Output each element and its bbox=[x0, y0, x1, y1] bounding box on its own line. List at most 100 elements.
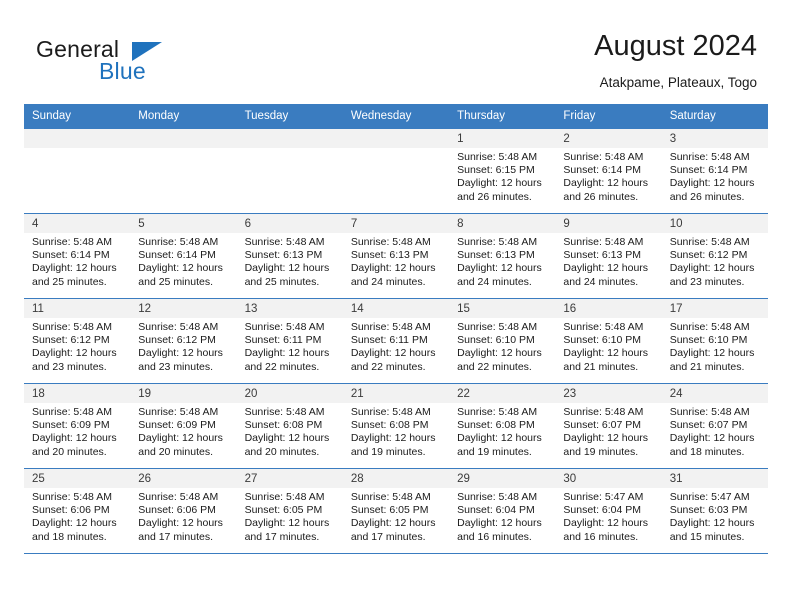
calendar-day-cell[interactable]: 6 Sunrise: 5:48 AM Sunset: 6:13 PM Daylight… bbox=[236, 213, 343, 299]
calendar-body: 1 Sunrise: 5:48 AM Sunset: 6:15 PM Daylight… bbox=[24, 129, 768, 554]
sun-info-sunrise: Sunrise: 5:48 AM bbox=[457, 151, 538, 163]
calendar-day-cell[interactable]: 24 Sunrise: 5:48 AM Sunset: 6:07 PM Dayligh… bbox=[661, 383, 768, 469]
calendar-day-cell[interactable]: 13 Sunrise: 5:48 AM Sunset: 6:11 PM Dayligh… bbox=[236, 298, 343, 384]
calendar-day-cell[interactable]: 31 Sunrise: 5:47 AM Sunset: 6:03 PM Dayligh… bbox=[661, 468, 768, 554]
calendar-day-cell[interactable]: 20 Sunrise: 5:48 AM Sunset: 6:08 PM Dayligh… bbox=[236, 383, 343, 469]
calendar-day-cell[interactable] bbox=[130, 129, 237, 214]
day-cell-inner: 16 Sunrise: 5:48 AM Sunset: 6:10 PM Dayligh… bbox=[555, 299, 662, 383]
sun-info-daylight2: and 17 minutes. bbox=[244, 530, 320, 543]
sun-info-daylight2: and 24 minutes. bbox=[350, 275, 426, 288]
day-number-text: 2 bbox=[563, 133, 570, 145]
calendar-day-cell[interactable]: 17 Sunrise: 5:48 AM Sunset: 6:10 PM Dayligh… bbox=[661, 298, 768, 384]
calendar-day-cell[interactable] bbox=[342, 129, 450, 214]
calendar-day-cell[interactable]: 5 Sunrise: 5:48 AM Sunset: 6:14 PM Daylight… bbox=[130, 213, 237, 299]
calendar-day-cell[interactable]: 23 Sunrise: 5:48 AM Sunset: 6:07 PM Dayligh… bbox=[555, 383, 662, 469]
calendar-day-cell[interactable]: 28 Sunrise: 5:48 AM Sunset: 6:05 PM Dayligh… bbox=[342, 468, 450, 554]
sun-info-sunrise: Sunrise: 5:48 AM bbox=[563, 151, 644, 163]
sun-info-daylight1: Daylight: 12 hours bbox=[244, 432, 330, 445]
day-sun-info: Sunrise: 5:48 AM Sunset: 6:06 PM Daylight:… bbox=[138, 489, 230, 544]
sun-info-daylight1: Daylight: 12 hours bbox=[138, 262, 223, 275]
day-number-text: 13 bbox=[244, 303, 258, 315]
day-number-text: 10 bbox=[669, 218, 683, 230]
sun-info-daylight1: Daylight: 12 hours bbox=[350, 262, 436, 275]
sun-info-daylight1: Daylight: 12 hours bbox=[350, 347, 436, 360]
sun-info-sunrise: Sunrise: 5:48 AM bbox=[138, 406, 219, 418]
calendar-day-cell[interactable] bbox=[236, 129, 343, 214]
day-number-text: 5 bbox=[138, 218, 145, 230]
sun-info-sunset: Sunset: 6:05 PM bbox=[244, 504, 323, 517]
sun-info-daylight2: and 16 minutes. bbox=[457, 530, 532, 543]
calendar-day-cell[interactable]: 25 Sunrise: 5:48 AM Sunset: 6:06 PM Dayligh… bbox=[24, 468, 131, 554]
day-number-text: 8 bbox=[457, 218, 464, 230]
day-sun-info: Sunrise: 5:48 AM Sunset: 6:15 PM Daylight:… bbox=[457, 149, 549, 204]
brand-logo[interactable]: General Blue bbox=[36, 36, 246, 92]
day-number-band bbox=[342, 214, 450, 233]
day-number-text: 16 bbox=[563, 303, 577, 315]
day-number-text: 26 bbox=[138, 473, 152, 485]
calendar-day-cell[interactable]: 15 Sunrise: 5:48 AM Sunset: 6:10 PM Dayligh… bbox=[449, 298, 556, 384]
calendar-day-cell[interactable]: 4 Sunrise: 5:48 AM Sunset: 6:14 PM Daylight… bbox=[24, 213, 131, 299]
calendar-day-cell[interactable]: 3 Sunrise: 5:48 AM Sunset: 6:14 PM Daylight… bbox=[661, 129, 768, 214]
day-sun-info: Sunrise: 5:48 AM Sunset: 6:08 PM Daylight:… bbox=[351, 404, 443, 459]
day-cell-inner: 12 Sunrise: 5:48 AM Sunset: 6:12 PM Dayligh… bbox=[130, 299, 237, 383]
sun-info-daylight1: Daylight: 12 hours bbox=[32, 347, 117, 360]
calendar-day-cell[interactable]: 18 Sunrise: 5:48 AM Sunset: 6:09 PM Dayligh… bbox=[24, 383, 131, 469]
calendar-day-cell[interactable]: 27 Sunrise: 5:48 AM Sunset: 6:05 PM Dayligh… bbox=[236, 468, 343, 554]
day-number-band bbox=[555, 129, 662, 148]
calendar-day-cell[interactable]: 8 Sunrise: 5:48 AM Sunset: 6:13 PM Daylight… bbox=[449, 213, 556, 299]
calendar-day-cell[interactable]: 7 Sunrise: 5:48 AM Sunset: 6:13 PM Daylight… bbox=[342, 213, 450, 299]
calendar-day-cell[interactable]: 9 Sunrise: 5:48 AM Sunset: 6:13 PM Daylight… bbox=[555, 213, 662, 299]
sun-info-daylight2: and 22 minutes. bbox=[457, 360, 532, 373]
page-header: General Blue August 2024 Atakpame, Plate… bbox=[24, 28, 768, 96]
day-cell-inner: 7 Sunrise: 5:48 AM Sunset: 6:13 PM Daylight… bbox=[342, 214, 450, 298]
sun-info-sunrise: Sunrise: 5:48 AM bbox=[244, 406, 325, 418]
day-cell-inner: 2 Sunrise: 5:48 AM Sunset: 6:14 PM Daylight… bbox=[555, 129, 662, 213]
calendar-day-cell[interactable]: 14 Sunrise: 5:48 AM Sunset: 6:11 PM Dayligh… bbox=[342, 298, 450, 384]
calendar-day-cell[interactable]: 10 Sunrise: 5:48 AM Sunset: 6:12 PM Dayligh… bbox=[661, 213, 768, 299]
calendar-day-cell[interactable]: 19 Sunrise: 5:48 AM Sunset: 6:09 PM Dayligh… bbox=[130, 383, 237, 469]
calendar-day-cell[interactable]: 30 Sunrise: 5:47 AM Sunset: 6:04 PM Dayligh… bbox=[555, 468, 662, 554]
day-cell-inner: 21 Sunrise: 5:48 AM Sunset: 6:08 PM Dayligh… bbox=[342, 384, 450, 468]
calendar-day-cell[interactable]: 22 Sunrise: 5:48 AM Sunset: 6:08 PM Dayligh… bbox=[449, 383, 556, 469]
calendar-day-cell[interactable] bbox=[24, 129, 131, 214]
calendar-week-row: 1 Sunrise: 5:48 AM Sunset: 6:15 PM Daylight… bbox=[24, 129, 768, 214]
sun-info-daylight2: and 23 minutes. bbox=[138, 360, 213, 373]
sun-info-sunset: Sunset: 6:15 PM bbox=[457, 164, 535, 177]
day-cell-inner: 20 Sunrise: 5:48 AM Sunset: 6:08 PM Dayligh… bbox=[236, 384, 343, 468]
sun-info-sunset: Sunset: 6:07 PM bbox=[563, 419, 642, 432]
calendar-day-cell[interactable]: 12 Sunrise: 5:48 AM Sunset: 6:12 PM Dayligh… bbox=[130, 298, 237, 384]
weekday-header-monday: Monday bbox=[130, 104, 237, 129]
sun-info-sunset: Sunset: 6:11 PM bbox=[350, 334, 428, 347]
sun-info-sunrise: Sunrise: 5:48 AM bbox=[669, 236, 750, 248]
calendar-day-cell[interactable]: 1 Sunrise: 5:48 AM Sunset: 6:15 PM Daylight… bbox=[449, 129, 556, 214]
day-number-text: 11 bbox=[32, 303, 44, 315]
sun-info-daylight2: and 21 minutes. bbox=[563, 360, 639, 373]
day-cell-inner: 31 Sunrise: 5:47 AM Sunset: 6:03 PM Dayligh… bbox=[661, 469, 768, 553]
sun-info-daylight1: Daylight: 12 hours bbox=[138, 432, 223, 445]
weekday-header-friday: Friday bbox=[555, 104, 662, 129]
calendar-day-cell[interactable]: 26 Sunrise: 5:48 AM Sunset: 6:06 PM Dayligh… bbox=[130, 468, 237, 554]
sun-info-sunset: Sunset: 6:14 PM bbox=[669, 164, 748, 177]
sun-info-sunset: Sunset: 6:13 PM bbox=[350, 249, 429, 262]
day-number-text: 18 bbox=[32, 388, 45, 400]
day-number-text: 20 bbox=[244, 388, 258, 400]
calendar-day-cell[interactable]: 2 Sunrise: 5:48 AM Sunset: 6:14 PM Daylight… bbox=[555, 129, 662, 214]
sun-info-daylight1: Daylight: 12 hours bbox=[669, 432, 755, 445]
day-sun-info: Sunrise: 5:48 AM Sunset: 6:05 PM Daylight:… bbox=[245, 489, 337, 544]
calendar-day-cell[interactable]: 21 Sunrise: 5:48 AM Sunset: 6:08 PM Dayligh… bbox=[342, 383, 450, 469]
sun-info-daylight2: and 26 minutes. bbox=[563, 190, 639, 203]
sun-info-daylight1: Daylight: 12 hours bbox=[244, 262, 330, 275]
day-sun-info: Sunrise: 5:48 AM Sunset: 6:13 PM Daylight:… bbox=[245, 234, 337, 289]
sun-info-daylight1: Daylight: 12 hours bbox=[32, 517, 117, 530]
calendar-day-cell[interactable]: 29 Sunrise: 5:48 AM Sunset: 6:04 PM Dayligh… bbox=[449, 468, 556, 554]
sun-info-daylight1: Daylight: 12 hours bbox=[563, 347, 649, 360]
calendar-day-cell[interactable]: 16 Sunrise: 5:48 AM Sunset: 6:10 PM Dayligh… bbox=[555, 298, 662, 384]
weekday-header-wednesday: Wednesday bbox=[342, 104, 450, 129]
calendar-day-cell[interactable]: 11 Sunrise: 5:48 AM Sunset: 6:12 PM Dayligh… bbox=[24, 298, 131, 384]
day-sun-info: Sunrise: 5:48 AM Sunset: 6:10 PM Daylight:… bbox=[563, 319, 655, 374]
sun-info-sunset: Sunset: 6:10 PM bbox=[457, 334, 535, 347]
day-number-band bbox=[130, 214, 237, 233]
sun-info-daylight2: and 26 minutes. bbox=[457, 190, 532, 203]
sun-info-sunrise: Sunrise: 5:48 AM bbox=[563, 406, 644, 418]
sun-info-daylight1: Daylight: 12 hours bbox=[669, 262, 755, 275]
